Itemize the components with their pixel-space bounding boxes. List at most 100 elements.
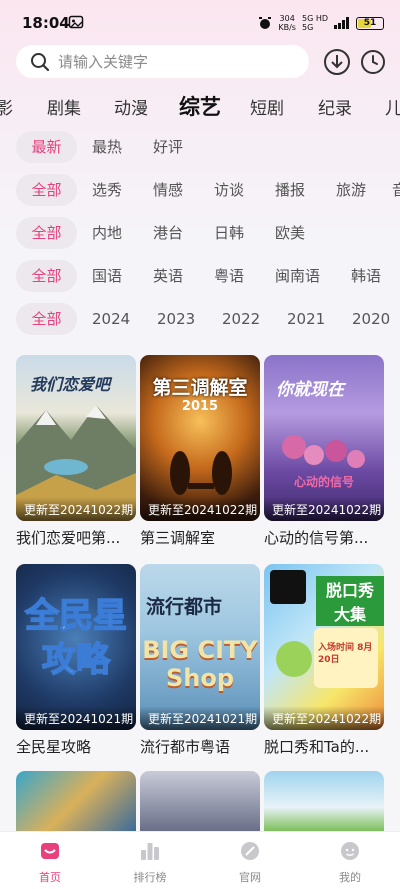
search-box[interactable] xyxy=(16,45,309,78)
search-row xyxy=(0,44,400,84)
update-badge: 更新至20241022期 xyxy=(264,706,384,730)
search-input[interactable] xyxy=(58,52,278,71)
filter-lang-cantonese[interactable]: 粤语 xyxy=(214,260,244,292)
ranking-icon xyxy=(141,843,159,860)
poster-logo-text: BIG CITY Shop xyxy=(142,636,258,692)
speed-unit: KB/s xyxy=(278,23,296,32)
poster-title-text: 脱口秀大集 xyxy=(316,576,384,626)
filter-year-all[interactable]: 全部 xyxy=(16,303,77,335)
official-site-icon xyxy=(241,842,259,860)
notification-icon xyxy=(68,14,84,33)
update-badge: 更新至20241022期 xyxy=(264,497,384,521)
search-icon xyxy=(31,52,50,71)
filter-lang-minnan[interactable]: 闽南语 xyxy=(275,260,320,292)
nav-profile-label: 我的 xyxy=(339,871,361,884)
filter-row-language: 全部 国语 英语 粤语 闽南语 韩语 xyxy=(0,260,400,294)
show-card[interactable] xyxy=(264,771,384,831)
poster-year-text: 2015 xyxy=(181,399,219,414)
tab-documentary[interactable]: 纪录 xyxy=(318,94,352,119)
nav-profile[interactable]: 我的 xyxy=(320,840,380,885)
show-title: 我们恋爱吧第... xyxy=(16,529,121,547)
speed-value: 304 xyxy=(279,14,295,23)
update-badge: 更新至20241021期 xyxy=(16,706,136,730)
show-poster[interactable] xyxy=(140,771,260,831)
tab-kids[interactable]: 儿 xyxy=(385,94,400,119)
nav-ranking[interactable]: 排行榜 xyxy=(120,840,180,885)
filter-type-broadcast[interactable]: 播报 xyxy=(275,174,305,206)
filter-year-2021[interactable]: 2021 xyxy=(287,303,325,335)
show-title: 心动的信号第... xyxy=(264,529,369,547)
tab-anime[interactable]: 动漫 xyxy=(114,94,148,119)
show-poster[interactable]: 全民星攻略 更新至20241021期 xyxy=(16,564,136,730)
filter-region-western[interactable]: 欧美 xyxy=(275,217,305,249)
show-card[interactable]: 第三调解室 2015 更新至20241022期 第三调解室 xyxy=(140,355,260,548)
poster-title-text: 全民星攻略 xyxy=(24,595,128,681)
filter-sort-latest[interactable]: 最新 xyxy=(16,131,77,163)
nav-ranking-label: 排行榜 xyxy=(133,871,167,884)
battery-level: 51 xyxy=(363,17,377,28)
filter-row-year: 全部 2024 2023 2022 2021 2020 xyxy=(0,303,400,337)
home-icon xyxy=(41,843,59,859)
filter-region-all[interactable]: 全部 xyxy=(16,217,77,249)
tab-short-drama[interactable]: 短剧 xyxy=(250,94,284,119)
filter-year-2023[interactable]: 2023 xyxy=(157,303,195,335)
filter-row-type: 全部 选秀 情感 访谈 播报 旅游 音 xyxy=(0,174,400,208)
update-badge: 更新至20241022期 xyxy=(140,497,260,521)
show-card[interactable]: 你就现在 心动的信号 更新至20241022期 心动的信号第... xyxy=(264,355,384,548)
filter-row-region: 全部 内地 港台 日韩 欧美 xyxy=(0,217,400,251)
filter-type-music[interactable]: 音 xyxy=(392,174,400,206)
status-bar: 18:04 304 KB/s 5G HD 5G 51 xyxy=(0,0,400,44)
show-poster[interactable]: 我们恋爱吧 更新至20241022期 xyxy=(16,355,136,521)
filter-sort-hot[interactable]: 最热 xyxy=(92,131,122,163)
filter-type-all[interactable]: 全部 xyxy=(16,174,77,206)
update-badge: 更新至20241021期 xyxy=(140,706,260,730)
filter-year-2024[interactable]: 2024 xyxy=(92,303,130,335)
status-time: 18:04 xyxy=(22,14,70,32)
filter-row-sort: 最新 最热 好评 xyxy=(0,131,400,165)
tab-variety[interactable]: 综艺 xyxy=(179,91,221,121)
filter-type-interview[interactable]: 访谈 xyxy=(214,174,244,206)
show-card[interactable]: 脱口秀大集 入场时间 8月20日 更新至20241022期 脱口秀和Ta的... xyxy=(264,564,384,757)
poster-title-text: 流行都市 xyxy=(146,596,223,618)
show-card[interactable]: 我们恋爱吧 更新至20241022期 我们恋爱吧第... xyxy=(16,355,136,548)
network-speed: 304 KB/s xyxy=(278,14,296,32)
battery-icon: 51 xyxy=(356,16,384,30)
filter-region-jp-kr[interactable]: 日韩 xyxy=(214,217,244,249)
filter-lang-mandarin[interactable]: 国语 xyxy=(92,260,122,292)
filter-region-hk-tw[interactable]: 港台 xyxy=(153,217,183,249)
download-icon[interactable] xyxy=(323,48,351,76)
poster-title-text: 我们恋爱吧 xyxy=(30,375,111,394)
filter-type-emotion[interactable]: 情感 xyxy=(153,174,183,206)
show-poster[interactable]: 脱口秀大集 入场时间 8月20日 更新至20241022期 xyxy=(264,564,384,730)
nav-home[interactable]: 首页 xyxy=(20,840,80,885)
filter-lang-korean[interactable]: 韩语 xyxy=(351,260,381,292)
show-poster[interactable]: 你就现在 心动的信号 更新至20241022期 xyxy=(264,355,384,521)
poster-logo-text: 心动的信号 xyxy=(293,475,354,489)
tab-movie[interactable]: 影 xyxy=(0,94,13,119)
filter-type-talent[interactable]: 选秀 xyxy=(92,174,122,206)
poster-info-text: 入场时间 8月20日 xyxy=(318,643,373,665)
tab-series[interactable]: 剧集 xyxy=(47,94,81,119)
filter-lang-english[interactable]: 英语 xyxy=(153,260,183,292)
show-poster[interactable] xyxy=(264,771,384,831)
filter-lang-all[interactable]: 全部 xyxy=(16,260,77,292)
filter-region-mainland[interactable]: 内地 xyxy=(92,217,122,249)
show-card[interactable]: 流行都市 BIG CITY Shop 更新至20241021期 流行都市粤语 xyxy=(140,564,260,757)
update-badge: 更新至20241022期 xyxy=(16,497,136,521)
filter-year-2022[interactable]: 2022 xyxy=(222,303,260,335)
show-poster[interactable] xyxy=(16,771,136,831)
bottom-nav: 首页 排行榜 官网 我的 xyxy=(0,831,400,889)
show-card[interactable] xyxy=(140,771,260,831)
show-title: 脱口秀和Ta的... xyxy=(264,738,370,756)
show-poster[interactable]: 第三调解室 2015 更新至20241022期 xyxy=(140,355,260,521)
show-card[interactable]: 全民星攻略 更新至20241021期 全民星攻略 xyxy=(16,564,136,757)
filter-sort-rated[interactable]: 好评 xyxy=(153,131,183,163)
network-type: 5G HD 5G xyxy=(302,14,328,32)
nav-home-label: 首页 xyxy=(39,871,61,884)
show-poster[interactable]: 流行都市 BIG CITY Shop 更新至20241021期 xyxy=(140,564,260,730)
nav-official[interactable]: 官网 xyxy=(220,840,280,885)
filter-type-travel[interactable]: 旅游 xyxy=(336,174,366,206)
show-card[interactable] xyxy=(16,771,136,831)
history-clock-icon[interactable] xyxy=(359,48,387,76)
filter-year-2020[interactable]: 2020 xyxy=(352,303,390,335)
